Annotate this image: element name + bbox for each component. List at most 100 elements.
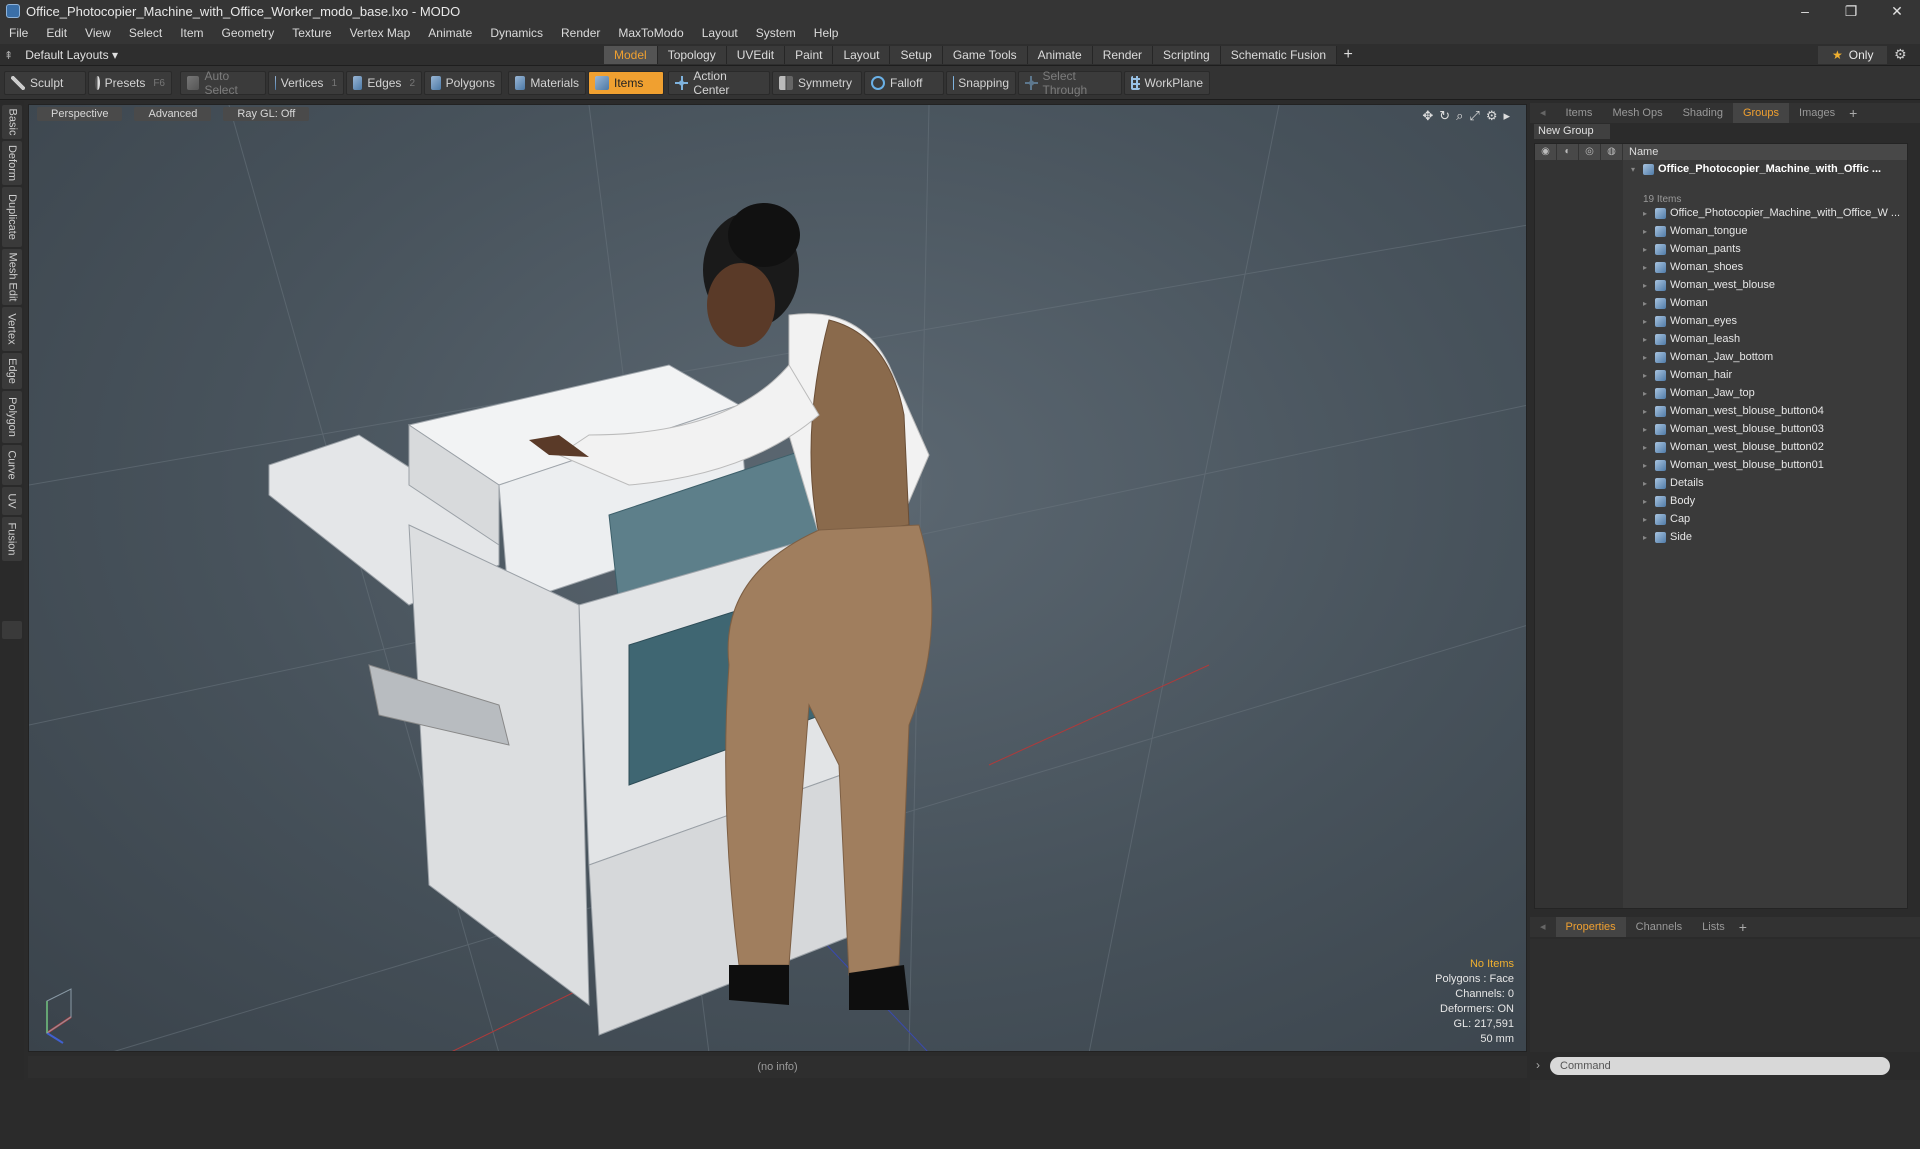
expand-icon[interactable]: ▸ [1643,443,1651,452]
bottom-panel-menu-icon[interactable]: ◂ [1530,917,1556,937]
view-settings-icon[interactable]: ⚙ [1486,108,1498,124]
layout-selector[interactable]: ⇞ Default Layouts ▾ [4,44,118,66]
menu-file[interactable]: File [0,22,37,44]
expand-icon[interactable]: ▸ [1643,299,1651,308]
expand-icon[interactable]: ▸ [1643,515,1651,524]
action-center-button[interactable]: Action Center [668,71,770,95]
menu-view[interactable]: View [76,22,120,44]
list-item[interactable]: ▸Woman_west_blouse_button03 [1535,420,1907,438]
menu-geometry[interactable]: Geometry [213,22,284,44]
tab-paint[interactable]: Paint [785,46,833,64]
tab-shading[interactable]: Shading [1673,103,1733,123]
expand-icon[interactable]: ▸ [1643,317,1651,326]
tab-animate[interactable]: Animate [1028,46,1093,64]
list-item[interactable]: ▸Woman_pants [1535,240,1907,258]
snapping-button[interactable]: Snapping [946,71,1016,95]
vtab-basic[interactable]: Basic [2,105,22,139]
expand-icon[interactable]: ▸ [1643,407,1651,416]
select-col-icon[interactable]: ◍ [1601,144,1623,160]
presets-button[interactable]: PresetsF6 [88,71,172,95]
vtab-deform[interactable]: Deform [2,141,22,185]
vertices-button[interactable]: Vertices1 [268,71,344,95]
visibility-col-icon[interactable]: ◉ [1535,144,1557,160]
menu-dynamics[interactable]: Dynamics [481,22,552,44]
workplane-button[interactable]: WorkPlane [1124,71,1210,95]
tab-game-tools[interactable]: Game Tools [943,46,1028,64]
move-view-icon[interactable]: ✥ [1422,108,1433,124]
collapse-icon[interactable]: ▾ [1631,165,1639,174]
menu-help[interactable]: Help [805,22,848,44]
menu-edit[interactable]: Edit [37,22,76,44]
polygons-button[interactable]: Polygons [424,71,502,95]
tab-schematic-fusion[interactable]: Schematic Fusion [1221,46,1337,64]
vtab-duplicate[interactable]: Duplicate [2,187,22,247]
list-item[interactable]: ▸Body [1535,492,1907,510]
tab-uvedit[interactable]: UVEdit [727,46,785,64]
add-panel-tab-icon[interactable]: + [1845,105,1861,121]
vtab-uv[interactable]: UV [2,487,22,515]
expand-icon[interactable]: ▸ [1643,461,1651,470]
list-item[interactable]: ▸Woman_hair [1535,366,1907,384]
gear-icon[interactable]: ⚙ [1894,46,1907,63]
add-bottom-tab-icon[interactable]: + [1735,919,1751,935]
list-item[interactable]: ▸Side [1535,528,1907,546]
tab-images[interactable]: Images [1789,103,1845,123]
tab-channels[interactable]: Channels [1626,917,1692,937]
vtab-extra[interactable] [2,621,22,639]
tab-topology[interactable]: Topology [658,46,727,64]
render-col-icon[interactable]: ◐ [1557,144,1579,160]
items-button[interactable]: Items [588,71,664,95]
expand-icon[interactable]: ▸ [1643,281,1651,290]
add-tab-icon[interactable]: + [1337,46,1359,64]
list-item[interactable]: ▸Woman_tongue [1535,222,1907,240]
view-expand-icon[interactable]: ▸ [1503,108,1510,124]
advanced-button[interactable]: Advanced [134,107,211,121]
list-item[interactable]: ▸Cap [1535,510,1907,528]
expand-icon[interactable]: ▸ [1643,497,1651,506]
menu-select[interactable]: Select [120,22,171,44]
list-item[interactable]: ▸Woman_west_blouse_button04 [1535,402,1907,420]
expand-icon[interactable]: ▸ [1643,227,1651,236]
vtab-vertex[interactable]: Vertex [2,307,22,351]
tab-render[interactable]: Render [1093,46,1153,64]
expand-icon[interactable]: ▸ [1643,479,1651,488]
symmetry-button[interactable]: Symmetry [772,71,862,95]
sculpt-button[interactable]: Sculpt [4,71,86,95]
expand-icon[interactable]: ▸ [1643,353,1651,362]
expand-icon[interactable]: ▸ [1643,425,1651,434]
zoom-view-icon[interactable]: ⌕ [1456,108,1463,124]
menu-maxtomodo[interactable]: MaxToModo [609,22,692,44]
auto-select-button[interactable]: Auto Select [180,71,266,95]
menu-texture[interactable]: Texture [283,22,340,44]
menu-vertex-map[interactable]: Vertex Map [341,22,420,44]
expand-icon[interactable]: ▸ [1643,335,1651,344]
tab-properties[interactable]: Properties [1556,917,1626,937]
menu-system[interactable]: System [747,22,805,44]
vtab-polygon[interactable]: Polygon [2,391,22,443]
list-item[interactable]: ▸Woman_west_blouse [1535,276,1907,294]
list-item[interactable]: ▸Woman_west_blouse_button01 [1535,456,1907,474]
list-item[interactable]: ▸Details [1535,474,1907,492]
tab-scripting[interactable]: Scripting [1153,46,1221,64]
tab-setup[interactable]: Setup [890,46,942,64]
list-item[interactable]: ▸Woman_leash [1535,330,1907,348]
expand-icon[interactable]: ▸ [1643,263,1651,272]
menu-animate[interactable]: Animate [419,22,481,44]
expand-icon[interactable]: ▸ [1643,245,1651,254]
expand-icon[interactable]: ▸ [1643,209,1651,218]
expand-icon[interactable]: ▸ [1643,389,1651,398]
list-item[interactable]: ▸Woman_shoes [1535,258,1907,276]
tab-lists[interactable]: Lists [1692,917,1735,937]
menu-render[interactable]: Render [552,22,609,44]
expand-icon[interactable]: ▸ [1643,533,1651,542]
vtab-edge[interactable]: Edge [2,353,22,389]
menu-layout[interactable]: Layout [693,22,747,44]
command-input[interactable]: Command [1550,1057,1890,1075]
lock-col-icon[interactable]: ◎ [1579,144,1601,160]
panel-menu-icon[interactable]: ◂ [1530,103,1556,123]
falloff-button[interactable]: Falloff [864,71,944,95]
tab-model[interactable]: Model [604,46,658,64]
tab-items[interactable]: Items [1556,103,1603,123]
tab-layout[interactable]: Layout [833,46,890,64]
list-item[interactable]: ▸Office_Photocopier_Machine_with_Office_… [1535,204,1907,222]
